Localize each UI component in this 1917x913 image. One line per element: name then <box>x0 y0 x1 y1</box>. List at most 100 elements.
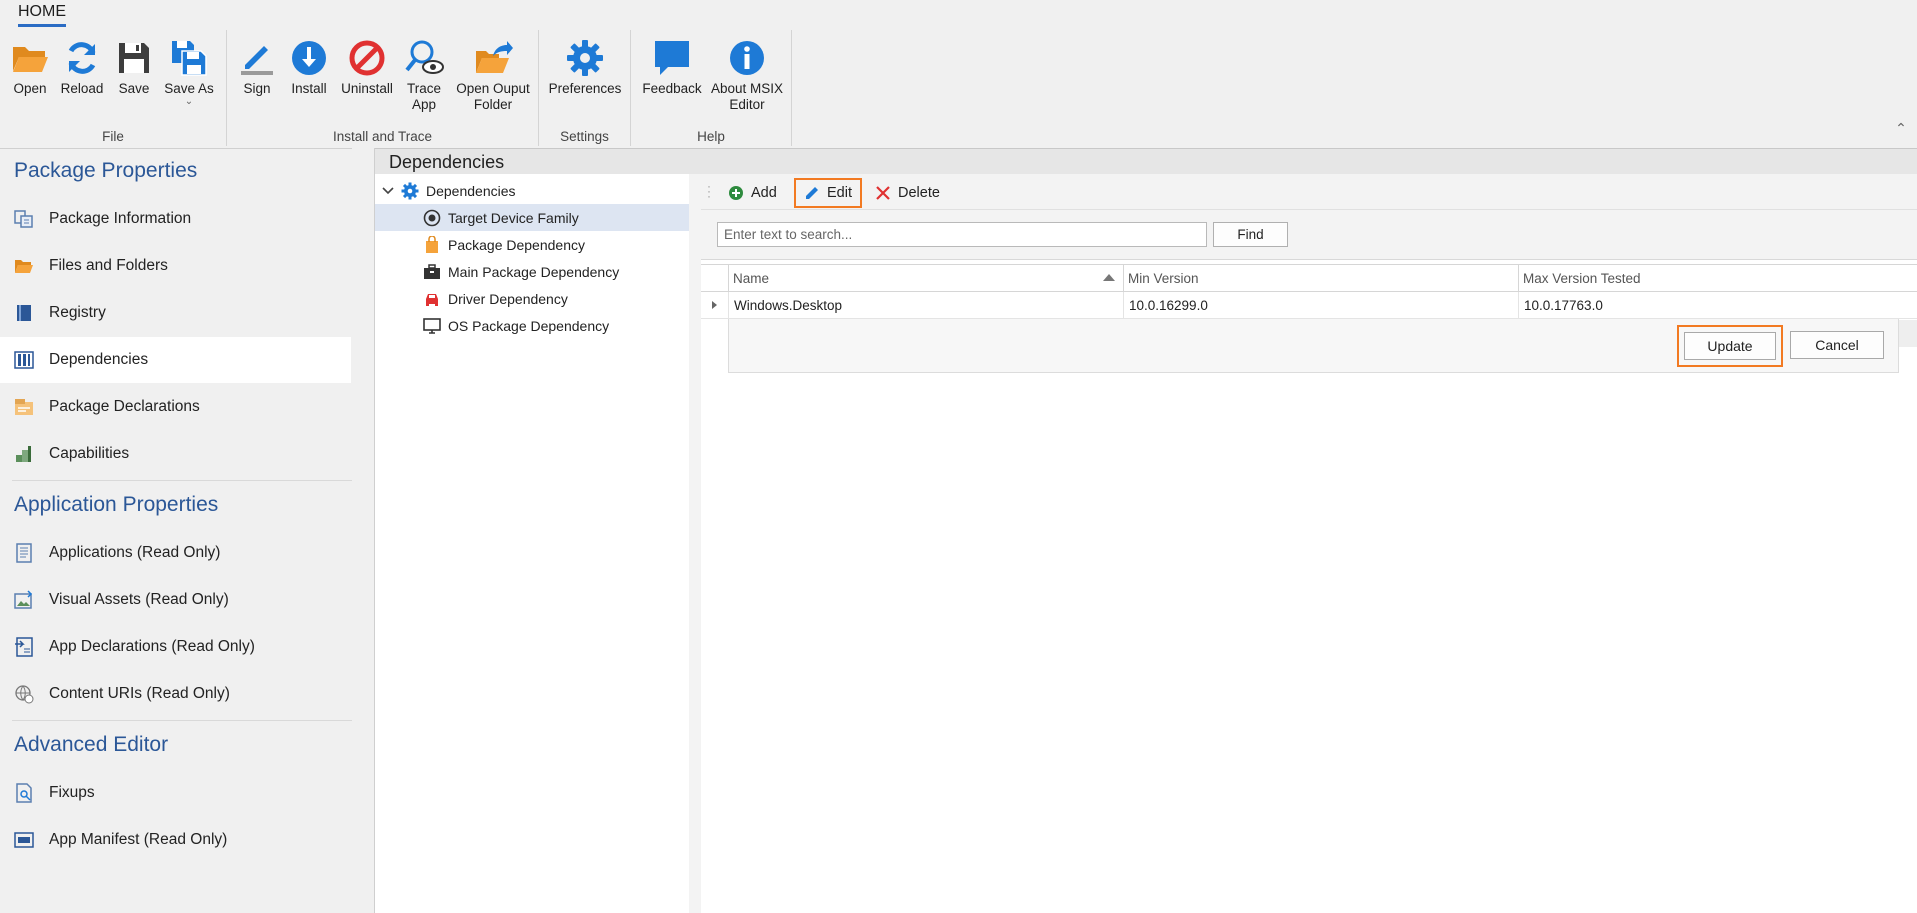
nav-item-dependencies[interactable]: Dependencies <box>0 337 351 383</box>
group-label-file: File <box>102 129 124 144</box>
folder-arrow-icon <box>476 41 513 73</box>
column-header-max-version[interactable]: Max Version Tested <box>1518 265 1917 293</box>
delete-button[interactable]: Delete <box>867 178 948 208</box>
nav-item-registry[interactable]: Registry <box>0 290 352 336</box>
tree-root-dependencies[interactable]: Dependencies <box>375 177 689 204</box>
tree-item-driver-dependency[interactable]: Driver Dependency <box>375 285 689 312</box>
tree-item-package-dependency[interactable]: Package Dependency <box>375 231 689 258</box>
folder-open-icon <box>13 47 48 72</box>
cell-name[interactable]: Windows.Desktop <box>728 292 1123 319</box>
add-button[interactable]: Add <box>720 178 785 208</box>
shopping-bag-icon <box>426 235 438 253</box>
application-icon <box>16 543 32 563</box>
grid-panel: ··· Add Edit Delete Find Name Min Versio… <box>701 174 1917 913</box>
cell-max-version[interactable]: 10.0.17763.0 <box>1518 292 1891 319</box>
info-icon <box>730 41 764 75</box>
chevron-down-icon[interactable]: ⌄ <box>162 97 216 107</box>
cell-min-version[interactable]: 10.0.16299.0 <box>1123 292 1518 319</box>
capabilities-icon <box>16 446 31 462</box>
update-button[interactable]: Update <box>1684 332 1776 360</box>
dependency-tree: Dependencies Target Device Family Packag… <box>375 174 689 913</box>
search-input[interactable] <box>717 222 1207 247</box>
nav-item-capabilities[interactable]: Capabilities <box>0 431 352 477</box>
speech-bubble-icon <box>655 41 689 75</box>
ribbon-group-settings: Preferences Settings <box>539 30 631 146</box>
dependencies-icon <box>14 351 34 369</box>
table-row[interactable]: Windows.Desktop 10.0.16299.0 10.0.17763.… <box>701 292 1917 347</box>
panel-splitter[interactable] <box>689 174 701 913</box>
save-as-button[interactable]: Save As ⌄ <box>162 38 216 107</box>
left-nav: Package Properties Package Information F… <box>0 148 352 913</box>
fixup-doc-icon <box>16 783 32 803</box>
open-button[interactable]: Open <box>10 38 50 97</box>
nav-item-app-manifest[interactable]: App Manifest (Read Only) <box>0 817 352 863</box>
tree-item-main-package-dependency[interactable]: Main Package Dependency <box>375 258 689 285</box>
declarations-icon <box>15 399 33 415</box>
open-output-folder-button[interactable]: Open Ouput Folder <box>451 38 535 113</box>
nav-item-applications[interactable]: Applications (Read Only) <box>0 530 352 576</box>
grid-header: Name Min Version Max Version Tested <box>701 264 1917 293</box>
ribbon: HOME Open Reload Save Save As ⌄ File Sig… <box>0 0 1917 148</box>
tab-home[interactable]: HOME <box>18 3 66 27</box>
inline-edit-form: Update Cancel <box>728 319 1899 373</box>
sort-ascending-icon <box>1103 274 1115 281</box>
briefcase-icon <box>424 263 440 279</box>
update-highlight: Update <box>1677 325 1783 367</box>
sign-button[interactable]: Sign <box>237 38 277 97</box>
car-icon <box>426 293 438 306</box>
tree-item-os-package-dependency[interactable]: OS Package Dependency <box>375 312 689 339</box>
grid-toolbar: · · · Add Edit Delete <box>701 174 1917 210</box>
about-button[interactable]: About MSIX Editor <box>709 38 785 113</box>
find-button[interactable]: Find <box>1213 222 1288 247</box>
reload-icon <box>68 42 96 74</box>
nav-heading-application: Application Properties <box>14 493 219 516</box>
nav-item-content-uris[interactable]: Content URIs (Read Only) <box>0 671 352 717</box>
pen-icon <box>241 46 273 75</box>
chevron-down-icon[interactable] <box>381 184 395 198</box>
prohibited-icon <box>349 40 385 76</box>
group-label-settings: Settings <box>560 129 609 144</box>
tree-item-target-device-family[interactable]: Target Device Family <box>375 204 689 231</box>
save-button[interactable]: Save <box>114 38 154 97</box>
nav-item-fixups[interactable]: Fixups <box>0 770 352 816</box>
ribbon-group-install: Sign Install Uninstall Trace App Open Ou… <box>227 30 539 146</box>
image-icon <box>14 590 33 609</box>
download-icon <box>292 41 326 75</box>
nav-item-package-declarations[interactable]: Package Declarations <box>0 384 352 430</box>
nav-heading-advanced: Advanced Editor <box>14 733 169 756</box>
gear-icon <box>567 40 603 76</box>
globe-icon <box>15 685 34 704</box>
column-header-min-version[interactable]: Min Version <box>1123 265 1518 293</box>
cancel-wrap: Cancel <box>1790 331 1884 359</box>
cancel-button[interactable]: Cancel <box>1790 331 1884 359</box>
ribbon-group-help: Feedback About MSIX Editor Help <box>631 30 792 146</box>
nav-separator <box>12 720 352 721</box>
column-header-name[interactable]: Name <box>728 265 1123 293</box>
nav-item-app-declarations[interactable]: App Declarations (Read Only) <box>0 624 352 670</box>
collapse-ribbon-icon[interactable]: ⌃ <box>1893 120 1909 136</box>
toolbar-grip[interactable]: · · · <box>707 180 711 202</box>
ribbon-group-file: Open Reload Save Save As ⌄ File <box>0 30 227 146</box>
registry-book-icon <box>17 305 31 321</box>
install-button[interactable]: Install <box>289 38 329 97</box>
uninstall-button[interactable]: Uninstall <box>339 38 395 97</box>
nav-item-package-information[interactable]: Package Information <box>0 196 352 242</box>
page-title: Dependencies <box>375 148 1917 174</box>
feedback-button[interactable]: Feedback <box>641 38 703 97</box>
nav-item-files-and-folders[interactable]: Files and Folders <box>0 243 352 289</box>
save-icon <box>119 43 149 73</box>
group-label-help: Help <box>697 129 725 144</box>
nav-separator <box>12 480 352 481</box>
preferences-button[interactable]: Preferences <box>547 38 623 97</box>
row-expand-icon[interactable] <box>712 301 717 309</box>
reload-button[interactable]: Reload <box>58 38 106 97</box>
folder-icon <box>15 260 33 273</box>
gear-icon <box>401 182 419 199</box>
monitor-icon <box>423 317 441 334</box>
trace-app-button[interactable]: Trace App <box>401 38 447 113</box>
close-icon <box>876 186 890 200</box>
package-info-icon <box>14 210 33 228</box>
edit-button[interactable]: Edit <box>794 178 862 208</box>
search-bar: Find <box>701 210 1917 260</box>
nav-item-visual-assets[interactable]: Visual Assets (Read Only) <box>0 577 352 623</box>
